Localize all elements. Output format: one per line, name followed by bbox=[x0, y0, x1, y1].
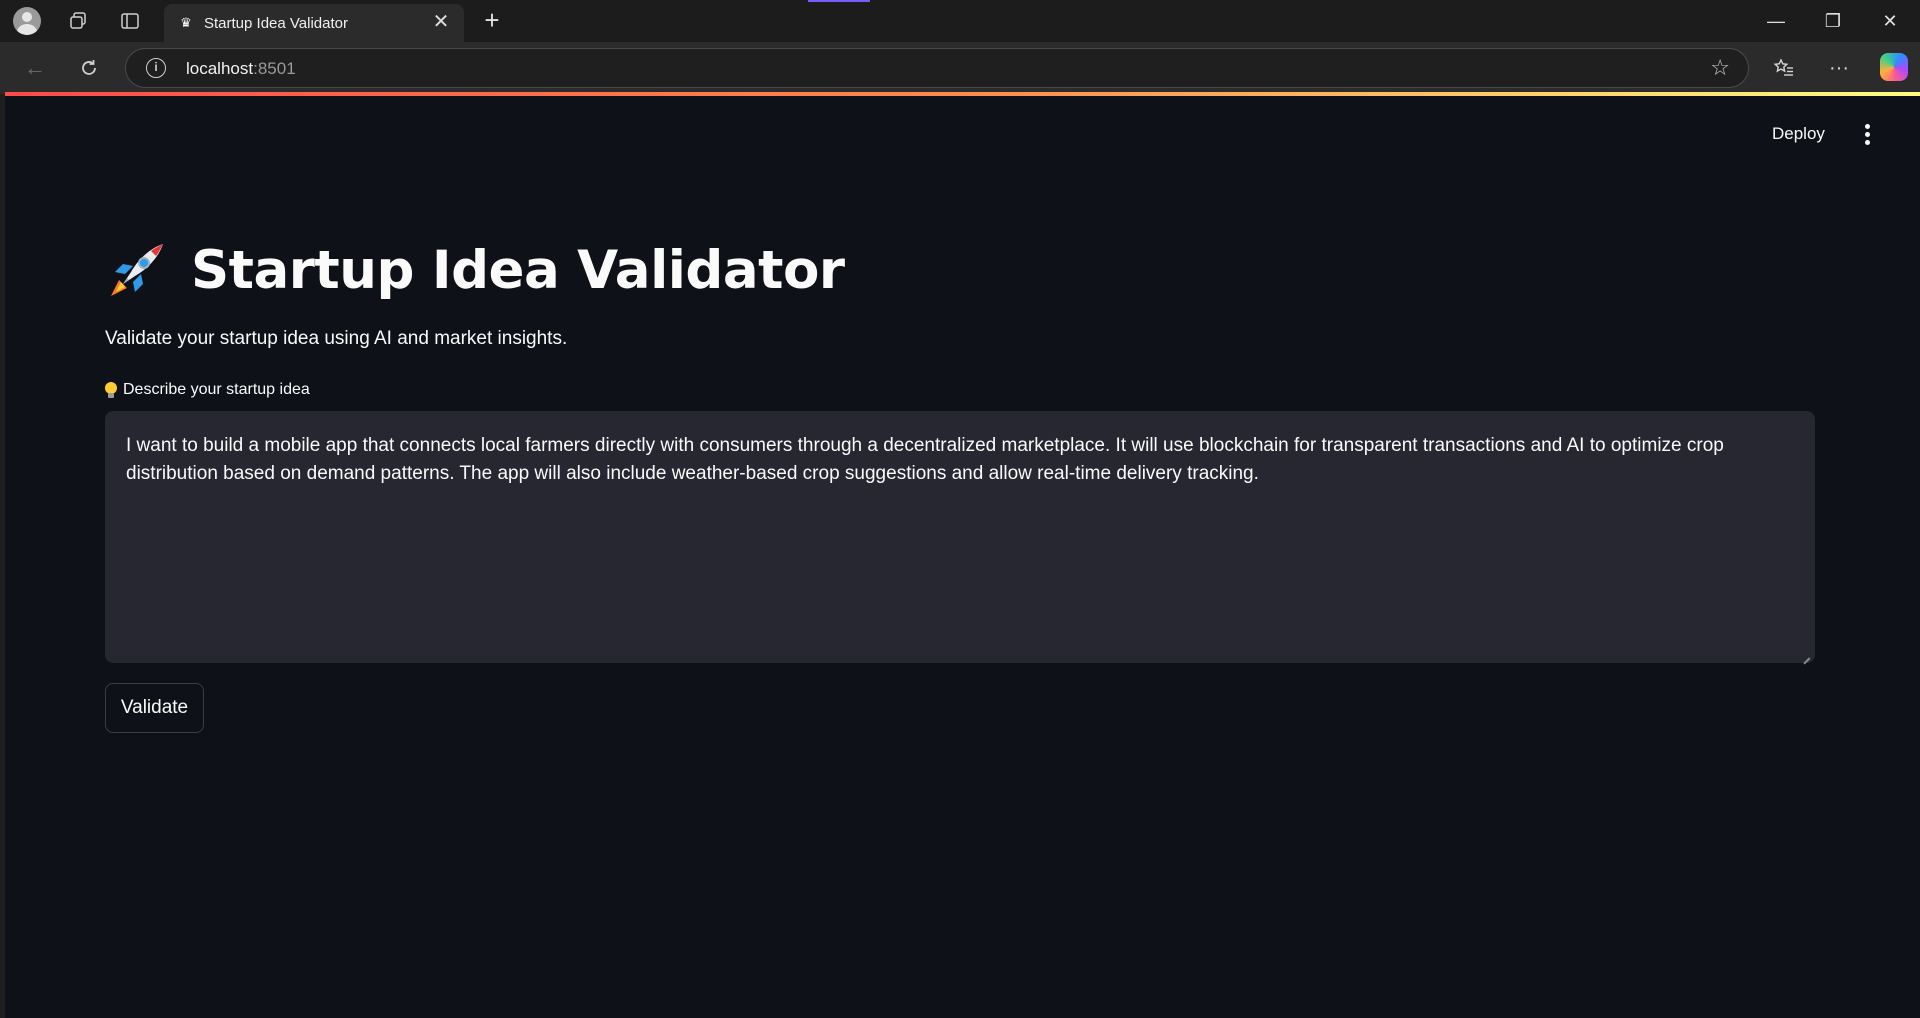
close-window-button[interactable]: ✕ bbox=[1870, 6, 1910, 36]
refresh-icon[interactable] bbox=[73, 52, 105, 84]
light-bulb-icon bbox=[105, 382, 117, 398]
workspaces-icon[interactable] bbox=[64, 7, 92, 35]
tab-title: Startup Idea Validator bbox=[204, 15, 348, 32]
browser-toolbar: ← i localhost:8501 ☆ ··· bbox=[0, 42, 1920, 94]
back-icon[interactable]: ← bbox=[19, 52, 51, 84]
page-title-row: Startup Idea Validator bbox=[105, 238, 845, 302]
favorite-star-icon[interactable]: ☆ bbox=[1710, 55, 1730, 81]
favorites-icon[interactable] bbox=[1768, 52, 1800, 84]
profile-avatar-icon[interactable] bbox=[13, 7, 41, 35]
startup-idea-text: I want to build a mobile app that connec… bbox=[126, 435, 1724, 484]
streamlit-favicon-icon: ♛ bbox=[180, 15, 192, 30]
startup-idea-textarea[interactable]: I want to build a mobile app that connec… bbox=[105, 411, 1815, 663]
tab-actions-icon[interactable] bbox=[116, 7, 144, 35]
idea-field-label: Describe your startup idea bbox=[105, 381, 310, 399]
close-tab-icon[interactable]: ✕ bbox=[430, 11, 452, 33]
page-title: Startup Idea Validator bbox=[191, 239, 845, 301]
page-subtitle: Validate your startup idea using AI and … bbox=[105, 328, 568, 349]
browser-tab-strip: ♛ Startup Idea Validator ✕ + — ❐ ✕ bbox=[0, 0, 1920, 42]
main-menu-icon[interactable] bbox=[1858, 124, 1876, 148]
address-bar[interactable]: i localhost:8501 ☆ bbox=[125, 48, 1749, 88]
site-info-icon[interactable]: i bbox=[146, 58, 166, 78]
more-icon[interactable]: ··· bbox=[1823, 52, 1855, 84]
deploy-button[interactable]: Deploy bbox=[1772, 124, 1825, 144]
tab-strip-accent bbox=[808, 0, 870, 2]
rocket-icon bbox=[111, 244, 163, 296]
browser-tab[interactable]: ♛ Startup Idea Validator ✕ bbox=[164, 4, 464, 42]
minimize-window-button[interactable]: — bbox=[1756, 6, 1796, 36]
copilot-icon[interactable] bbox=[1880, 53, 1908, 81]
restore-window-button[interactable]: ❐ bbox=[1813, 6, 1853, 36]
url-text: localhost:8501 bbox=[186, 59, 296, 78]
textarea-resize-handle[interactable] bbox=[1802, 650, 1812, 660]
new-tab-button[interactable]: + bbox=[478, 7, 506, 35]
validate-button[interactable]: Validate bbox=[105, 683, 204, 733]
idea-field-label-text: Describe your startup idea bbox=[123, 381, 310, 398]
